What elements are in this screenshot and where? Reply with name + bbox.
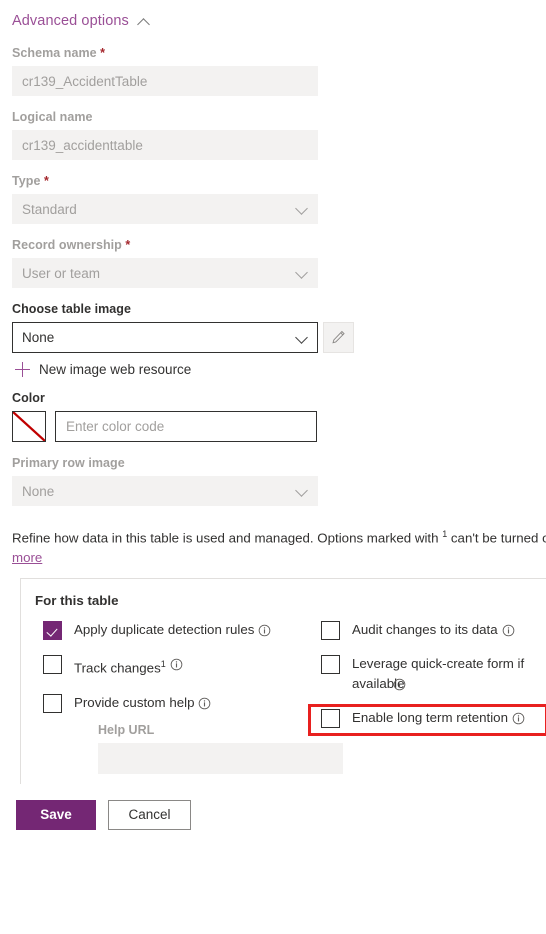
record-ownership-label: Record ownership * [12, 238, 534, 252]
logical-name-input[interactable]: cr139_accidenttable [12, 130, 318, 160]
required-asterisk: * [43, 174, 49, 188]
checkbox-box[interactable] [321, 709, 340, 729]
choose-table-image-label: Choose table image [12, 302, 131, 316]
schema-name-label-text: Schema name [12, 46, 97, 60]
choose-table-image-value: None [22, 330, 55, 345]
no-color-swatch[interactable] [12, 411, 46, 442]
schema-name-value: cr139_AccidentTable [22, 73, 148, 89]
checkbox-label: Provide custom help [74, 694, 195, 710]
checkbox-track-changes[interactable]: Track changes1 [43, 654, 313, 678]
checkbox-apply-duplicate-detection-rules[interactable]: Apply duplicate detection rules [43, 620, 313, 641]
color-code-input[interactable]: Enter color code [55, 411, 317, 442]
logical-name-value: cr139_accidenttable [22, 137, 143, 153]
checkbox-label-text: Track changes [74, 660, 161, 676]
color-label: Color [12, 391, 45, 405]
checkbox-label-wrap: Track changes1 [74, 654, 183, 678]
checkbox-audit-changes-to-its-data[interactable]: Audit changes to its data [321, 620, 546, 641]
help-url-field: Help URL [98, 722, 343, 774]
checkbox-label-wrap: Apply duplicate detection rules [74, 620, 271, 640]
info-icon[interactable] [502, 624, 515, 637]
new-image-web-resource-label: New image web resource [39, 362, 192, 377]
refine-description: Refine how data in this table is used an… [12, 524, 546, 568]
for-this-table-title: For this table [35, 593, 119, 609]
choose-table-image-row: None [12, 322, 534, 353]
checkbox-superscript: 1 [160, 659, 166, 670]
chevron-down-icon [296, 203, 308, 215]
new-image-web-resource-link[interactable]: New image web resource [15, 362, 191, 377]
pencil-icon [332, 330, 345, 344]
checkbox-label-wrap: Audit changes to its data [352, 620, 515, 640]
primary-row-image-field: Primary row image None [12, 456, 534, 506]
schema-name-input[interactable]: cr139_AccidentTable [12, 66, 318, 96]
form-footer: Save Cancel [16, 799, 534, 830]
required-asterisk: * [100, 46, 106, 60]
type-label-text: Type [12, 174, 41, 188]
edit-image-button[interactable] [323, 322, 354, 353]
record-ownership-label-text: Record ownership [12, 238, 122, 252]
advanced-options-toggle[interactable]: Advanced options [12, 0, 151, 32]
checkbox-label: Apply duplicate detection rules [74, 622, 255, 638]
checkbox-box[interactable] [321, 655, 340, 675]
color-code-placeholder: Enter color code [66, 419, 165, 434]
required-asterisk: * [125, 238, 131, 252]
checkbox-provide-custom-help[interactable]: Provide custom help [43, 693, 313, 713]
checkbox-label: Track changes1 [74, 654, 166, 678]
chevron-down-icon [296, 332, 308, 344]
save-button[interactable]: Save [16, 799, 96, 830]
info-icon[interactable] [258, 624, 271, 637]
checkbox-label: Leverage quick-create form if available [352, 656, 525, 692]
help-url-input[interactable] [98, 742, 343, 774]
type-select[interactable]: Standard [12, 194, 318, 224]
checkbox-label: Audit changes to its data [352, 622, 498, 638]
checkbox-box[interactable] [43, 655, 62, 675]
schema-name-field: Schema name * cr139_AccidentTable [12, 46, 534, 96]
advanced-options-label: Advanced options [12, 13, 129, 29]
checkbox-label-wrap: Enable long term retention [352, 708, 525, 728]
info-icon[interactable] [198, 697, 211, 710]
for-this-table-panel: For this table Apply duplicate detection… [20, 578, 546, 784]
type-field: Type * Standard [12, 174, 534, 224]
type-label: Type * [12, 174, 534, 188]
primary-row-image-value: None [22, 483, 55, 499]
choose-table-image-field: Choose table image None New image web re… [12, 302, 534, 377]
color-row: Enter color code [12, 411, 534, 442]
logical-name-field: Logical name cr139_accidenttable [12, 110, 534, 160]
schema-name-label: Schema name * [12, 46, 534, 60]
help-url-label: Help URL [98, 722, 155, 737]
checkbox-column-left: Apply duplicate detection rules Track ch… [21, 620, 343, 774]
advanced-options-form: Advanced options Schema name * cr139_Acc… [0, 0, 546, 934]
info-icon[interactable] [170, 658, 183, 671]
checkbox-box[interactable] [321, 621, 340, 641]
refine-text-part1: Refine how data in this table is used an… [12, 530, 443, 546]
primary-row-image-label: Primary row image [12, 456, 125, 470]
logical-name-label: Logical name [12, 110, 93, 124]
chevron-down-icon [296, 267, 308, 279]
primary-row-image-select[interactable]: None [12, 476, 318, 506]
plus-icon [15, 362, 30, 377]
checkbox-label-wrap: Provide custom help [74, 693, 211, 713]
type-value: Standard [22, 201, 77, 217]
checkbox-label: Enable long term retention [352, 710, 508, 726]
checkbox-box[interactable] [43, 621, 62, 641]
refine-text-part2: can't be turned off once enabled. [450, 530, 546, 546]
checkbox-columns: Apply duplicate detection rules Track ch… [21, 620, 546, 774]
chevron-down-icon [296, 485, 308, 497]
choose-table-image-select[interactable]: None [12, 322, 318, 353]
no-color-slash-icon [13, 412, 45, 441]
info-icon[interactable] [512, 712, 525, 725]
info-icon[interactable] [393, 678, 406, 691]
color-field: Color Enter color code [12, 391, 534, 442]
chevron-up-icon [137, 17, 151, 26]
checkbox-column-right: Audit changes to its data Leverage quick… [313, 620, 546, 773]
record-ownership-select[interactable]: User or team [12, 258, 318, 288]
record-ownership-field: Record ownership * User or team [12, 238, 534, 288]
record-ownership-value: User or team [22, 265, 101, 281]
checkbox-label-wrap: Leverage quick-create form if available [352, 654, 524, 694]
checkbox-box[interactable] [43, 693, 62, 713]
cancel-button[interactable]: Cancel [108, 799, 191, 830]
checkbox-enable-long-term-retention[interactable]: Enable long term retention [321, 708, 546, 729]
checkbox-leverage-quick-create-form[interactable]: Leverage quick-create form if available [321, 654, 546, 694]
